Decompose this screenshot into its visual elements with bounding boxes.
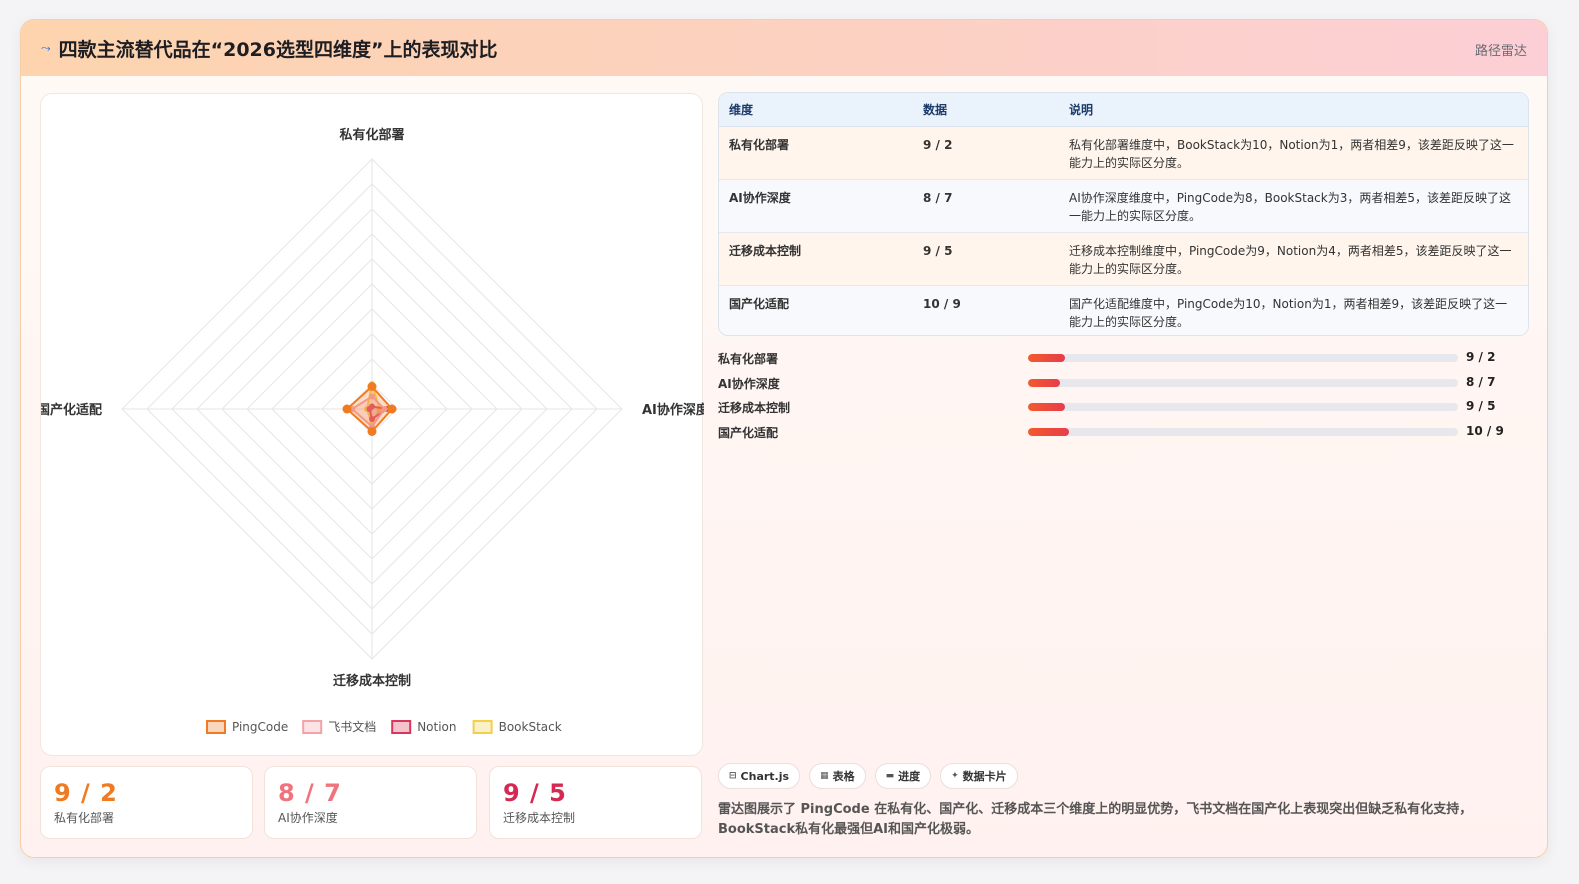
cell-dimension: 私有化部署 (719, 126, 913, 180)
table-row: 国产化适配 10 / 9 国产化适配维度中，PingCode为10，Notion… (719, 285, 1528, 335)
progress-row: 私有化部署 9 / 2 (718, 347, 1529, 372)
card-icon: ✦ (951, 771, 959, 781)
kpi-label: 私有化部署 (54, 811, 115, 825)
kpi-card: 9 / 2 私有化部署 (40, 766, 253, 839)
cell-description: AI协作深度维度中，PingCode为8，BookStack为3，两者相差5，该… (1059, 179, 1528, 233)
progress-label: AI协作深度 (718, 376, 780, 391)
table-icon: ▦ (820, 771, 829, 781)
kpi-label: 迁移成本控制 (503, 811, 576, 825)
progress-fill (1028, 378, 1061, 387)
cell-value: 8 / 7 (913, 179, 1059, 233)
cell-description: 国产化适配维度中，PingCode为10，Notion为1，两者相差9，该差距反… (1059, 285, 1528, 335)
chip-data-card[interactable]: ✦ 数据卡片 (940, 763, 1018, 789)
progress-track (1028, 378, 1458, 387)
progress-value: 8 / 7 (1466, 374, 1496, 389)
table-header-row: 维度 数据 说明 (719, 93, 1528, 127)
progress-fill (1028, 403, 1065, 412)
progress-track (1028, 427, 1458, 436)
header-tag: 路径雷达 (1474, 44, 1527, 59)
summary-text: 雷达图展示了 PingCode 在私有化、国产化、迁移成本三个维度上的明显优势，… (718, 802, 1473, 837)
cell-dimension: 迁移成本控制 (719, 232, 913, 286)
progress-fill (1028, 354, 1065, 362)
kpi-value: 9 / 5 (503, 779, 567, 807)
axis-label: 迁移成本控制 (333, 673, 411, 689)
column-header-data: 数据 (913, 93, 1059, 127)
table-row: 私有化部署 9 / 2 私有化部署维度中，BookStack为10，Notion… (719, 126, 1528, 180)
progress-label: 国产化适配 (718, 425, 779, 440)
axis-label: AI协作深度 (642, 402, 704, 418)
chip-label: 进度 (898, 770, 921, 783)
cell-description: 私有化部署维度中，BookStack为10，Notion为1，两者相差9，该差距… (1059, 126, 1528, 180)
progress-label: 私有化部署 (718, 352, 779, 366)
chip-label: 表格 (832, 770, 855, 783)
column-header-description: 说明 (1059, 93, 1528, 127)
table-row: 迁移成本控制 9 / 5 迁移成本控制维度中，PingCode为9，Notion… (719, 232, 1528, 286)
legend-label: BookStack (499, 720, 562, 734)
progress-label: 迁移成本控制 (718, 401, 791, 416)
data-point (367, 382, 377, 391)
progress-value: 9 / 5 (1466, 399, 1496, 414)
kpi-value: 8 / 7 (278, 779, 342, 807)
legend-swatch (206, 720, 226, 734)
legend-swatch (472, 720, 493, 734)
chip-table[interactable]: ▦ 表格 (809, 763, 866, 789)
data-table: 维度 数据 说明 私有化部署 9 / 2 私有化部署维度中，BookStack为… (718, 92, 1529, 336)
cell-value: 10 / 9 (913, 285, 1059, 335)
chip-label: 数据卡片 (962, 770, 1007, 783)
progress-icon: ▬ (885, 771, 895, 781)
cell-value: 9 / 5 (913, 232, 1059, 286)
cell-dimension: 国产化适配 (719, 285, 913, 335)
radar-chart: 私有化部署 AI协作深度迁移成本控制 国产化适配 PingCode 飞书文档 Notion… (41, 127, 704, 734)
radar-chart-panel: 私有化部署 AI协作深度迁移成本控制 国产化适配 PingCode 飞书文档 Notion… (40, 93, 704, 756)
page-title: 四款主流替代品在“2026选型四维度”上的表现对比 (58, 38, 498, 61)
legend-label: PingCode (232, 720, 288, 734)
chip-label: Chart.js (740, 769, 790, 783)
progress-row: 国产化适配 10 / 9 (718, 421, 1529, 446)
legend-swatch (302, 720, 323, 734)
route-icon: ⤳ (41, 40, 51, 55)
progress-row: AI协作深度 8 / 7 (718, 372, 1529, 397)
data-point (367, 427, 377, 436)
data-point (387, 404, 397, 414)
data-point (342, 404, 352, 414)
cell-value: 9 / 2 (913, 126, 1059, 180)
tag-chips: ⊟ Chart.js ▦ 表格 ▬ 进度 ✦ 数据卡片 (718, 763, 1018, 789)
series-area-PingCode (345, 385, 394, 433)
axis-label: 国产化适配 (41, 402, 102, 418)
column-header-dimension: 维度 (719, 93, 913, 127)
progress-track (1028, 403, 1458, 412)
kpi-value: 9 / 2 (54, 779, 118, 807)
progress-list: 私有化部署 9 / 2 AI协作深度 8 / 7 迁移成本控制 9 / 5 国产… (718, 347, 1529, 445)
legend-swatch (391, 720, 412, 734)
progress-track (1028, 354, 1458, 362)
chart-icon: ⊟ (729, 771, 737, 781)
legend-label: 飞书文档 (328, 719, 376, 734)
legend-label: Notion (417, 720, 456, 734)
header: ⤳ 四款主流替代品在“2026选型四维度”上的表现对比 路径雷达 (21, 20, 1547, 76)
cell-description: 迁移成本控制维度中，PingCode为9，Notion为4，两者相差5，该差距反… (1059, 232, 1528, 286)
cell-dimension: AI协作深度 (719, 179, 913, 233)
kpi-label: AI协作深度 (278, 811, 338, 825)
table-row: AI协作深度 8 / 7 AI协作深度维度中，PingCode为8，BookSt… (719, 179, 1528, 233)
progress-value: 10 / 9 (1466, 423, 1504, 438)
progress-row: 迁移成本控制 9 / 5 (718, 396, 1529, 421)
chip-chartjs[interactable]: ⊟ Chart.js (718, 763, 801, 789)
progress-fill (1028, 427, 1069, 436)
chip-progress[interactable]: ▬ 进度 (874, 763, 932, 789)
kpi-card: 8 / 7 AI协作深度 (264, 766, 477, 839)
card: ⤳ 四款主流替代品在“2026选型四维度”上的表现对比 路径雷达 私有化部署 AI… (20, 19, 1548, 858)
kpi-card: 9 / 5 迁移成本控制 (489, 766, 702, 839)
axis-label: 私有化部署 (339, 127, 404, 143)
progress-value: 9 / 2 (1466, 350, 1496, 364)
